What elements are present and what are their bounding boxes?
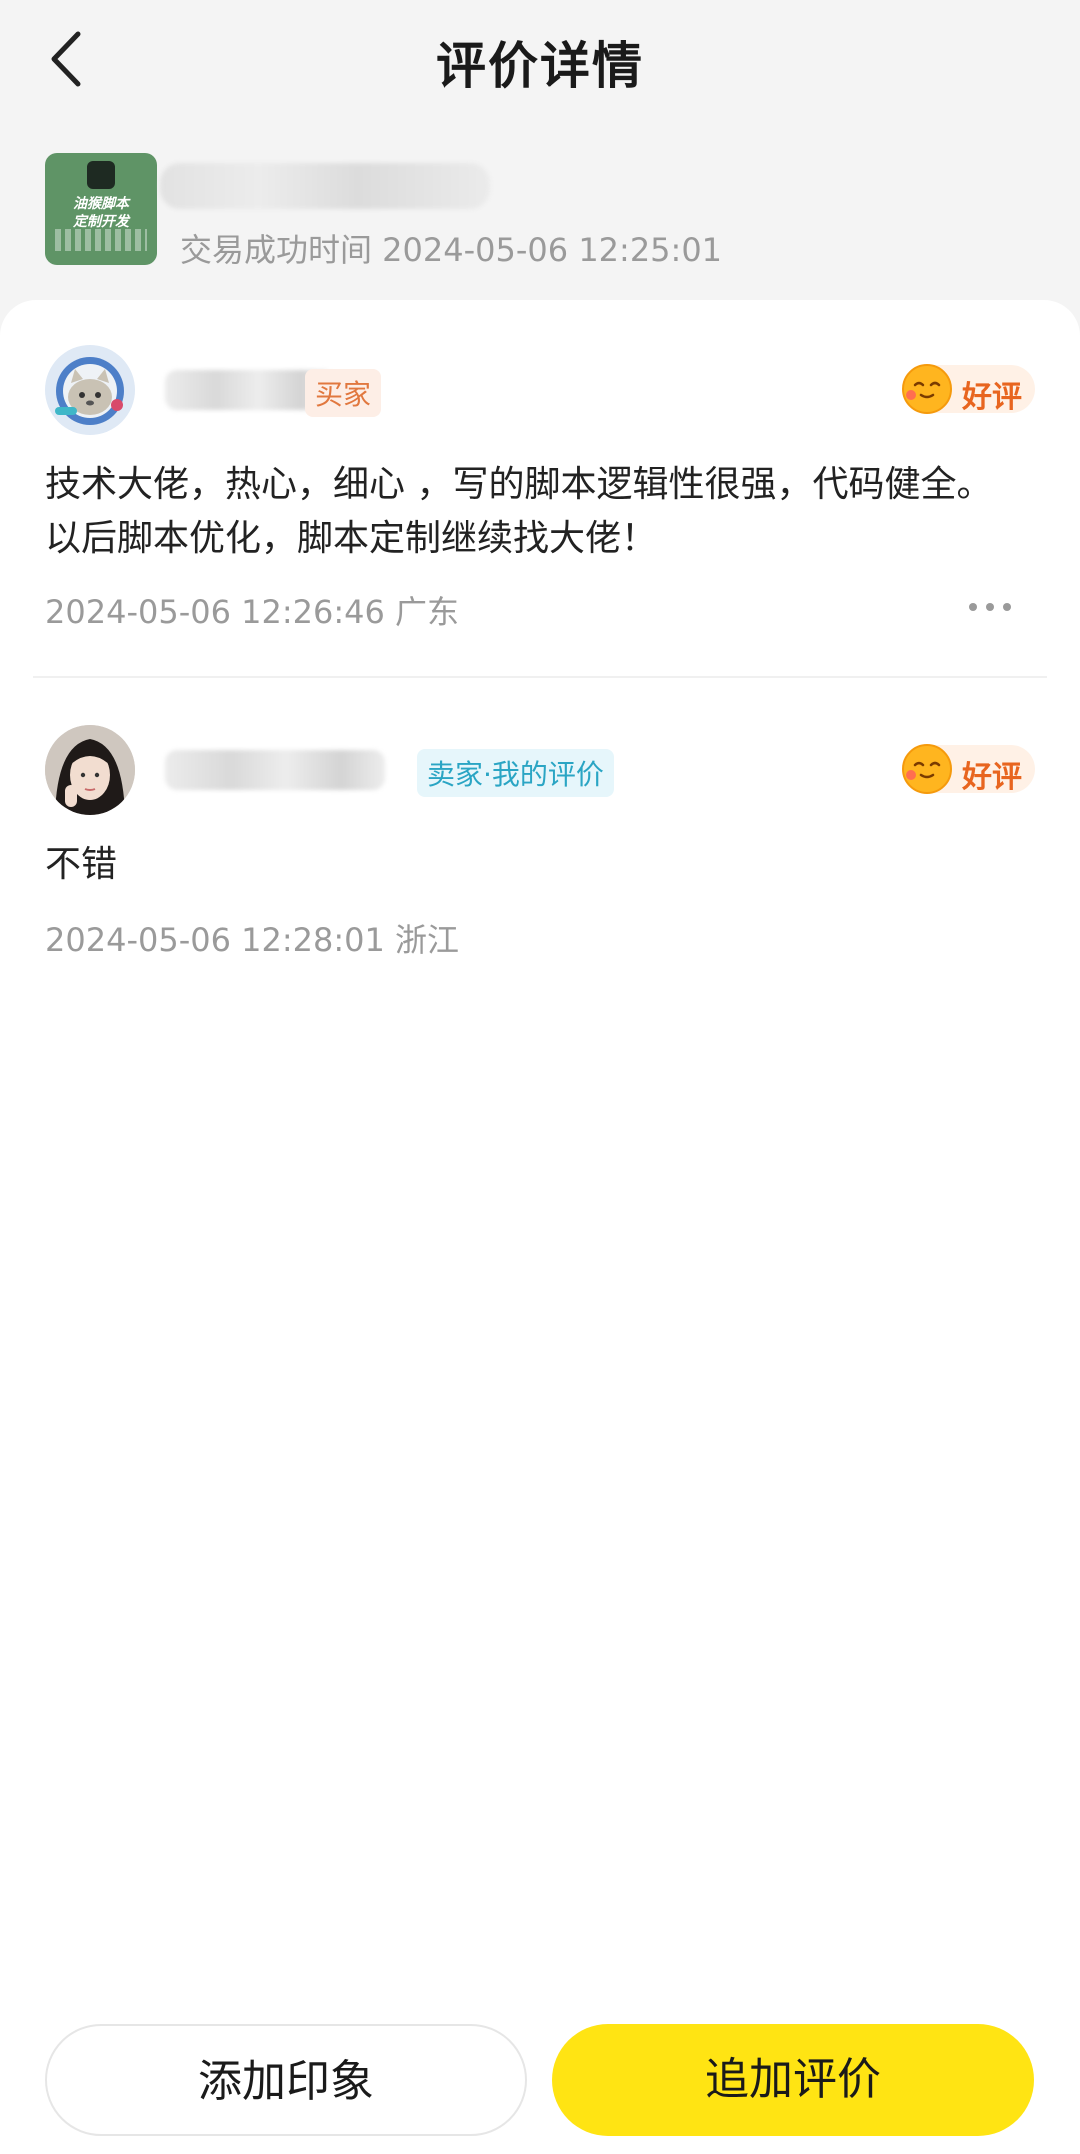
- product-thumbnail[interactable]: 油猴脚本 定制开发: [45, 153, 157, 265]
- user-photo-icon: [45, 725, 135, 815]
- append-review-button[interactable]: 追加评价: [552, 2024, 1034, 2136]
- smiling-face-icon: [902, 364, 952, 414]
- add-impression-button[interactable]: 添加印象: [45, 2024, 527, 2136]
- rating-label: 好评: [962, 380, 1022, 415]
- review-item-seller: 卖家·我的评价 好评 不错 2024-05-06 12:28:01 浙江: [45, 725, 1035, 975]
- username-redacted: [165, 750, 385, 790]
- review-item-buyer: 买家 好评 技术大佬，热心，细心 ，写的脚本逻辑性很强，代码健全。 以后脚本优化…: [45, 345, 1035, 635]
- review-time-location: 2024-05-06 12:26:46 广东: [45, 593, 460, 631]
- divider: [33, 676, 1047, 678]
- product-thumbnail-text: 油猴脚本 定制开发: [73, 196, 129, 230]
- rating-badge: 好评: [902, 364, 1035, 415]
- rating-badge: 好评: [902, 744, 1035, 795]
- cat-avatar-icon: [45, 345, 135, 435]
- thumbnail-decoration: [55, 229, 147, 251]
- role-tag: 卖家·我的评价: [417, 749, 614, 797]
- avatar[interactable]: [45, 725, 135, 815]
- role-tag: 买家: [305, 369, 382, 417]
- more-dots-icon[interactable]: [967, 597, 1013, 617]
- smiling-face-icon: [902, 744, 952, 794]
- review-content: 不错: [45, 844, 118, 885]
- avatar[interactable]: [45, 345, 135, 435]
- navigation-bar: 评价详情: [0, 0, 1080, 120]
- reviews-card: 买家 好评 技术大佬，热心，细心 ，写的脚本逻辑性很强，代码健全。 以后脚本优化…: [0, 300, 1080, 2154]
- product-logo-icon: [87, 161, 115, 189]
- page-title: 评价详情: [436, 37, 644, 95]
- rating-label: 好评: [962, 760, 1022, 795]
- review-content: 技术大佬，热心，细心 ，写的脚本逻辑性很强，代码健全。 以后脚本优化，脚本定制继…: [45, 464, 993, 559]
- product-name-redacted: [160, 163, 490, 209]
- review-time-location: 2024-05-06 12:28:01 浙江: [45, 921, 460, 959]
- product-summary[interactable]: 油猴脚本 定制开发 交易成功时间 2024-05-06 12:25:01: [45, 153, 1045, 269]
- trade-time: 交易成功时间 2024-05-06 12:25:01: [180, 231, 723, 269]
